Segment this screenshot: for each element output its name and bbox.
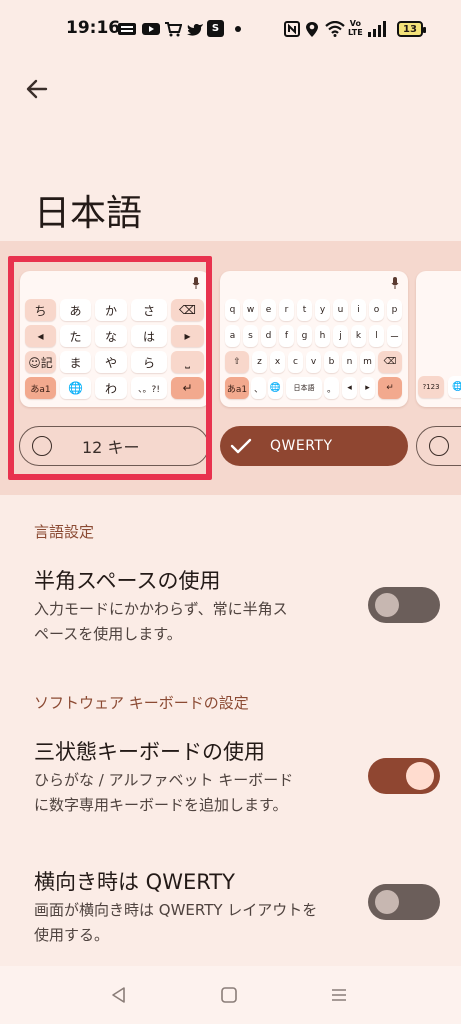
wifi-icon [325, 20, 345, 38]
key-qwerty: ⇧ [225, 351, 249, 373]
layout-qwerty-option[interactable]: QWERTY [220, 426, 408, 466]
arrow-left-icon [26, 79, 48, 99]
key-qwerty: w [243, 299, 258, 321]
setting-description: ひらがな / アルファベット キーボード に数字専用キーボードを追加します。 [34, 771, 294, 814]
setting-landscape-qwerty[interactable]: 横向き時は QWERTY 画面が横向き時は QWERTY レイアウトを 使用する… [0, 856, 461, 956]
key-qwerty: ー [387, 325, 402, 347]
status-time: 19:16 [66, 18, 121, 38]
key-qwerty: g [297, 325, 312, 347]
landscape-qwerty-toggle[interactable] [368, 884, 440, 920]
nfc-icon [284, 20, 300, 38]
key-qwerty: k [351, 325, 366, 347]
setting-title: 三状態キーボードの使用 [34, 740, 265, 764]
setting-description: 入力モードにかかわらず、常に半角ス ペースを使用します。 [34, 600, 288, 643]
key-qwerty: l [369, 325, 384, 347]
key-qwerty: 🌐 [268, 377, 283, 399]
setting-title: 横向き時は QWERTY [34, 870, 235, 894]
status-bar: 19:16 S Vo LTE 13 [0, 0, 461, 58]
key-qwerty: あa1 [225, 377, 249, 399]
key-qwerty: p [387, 299, 402, 321]
nav-back-button[interactable] [89, 966, 149, 1024]
key-qwerty: a [225, 325, 240, 347]
keyboard-preview-qwerty[interactable]: q w e r t y u i o p a s d f g h j k l ー ⇧ z x c v b n m ⌫ あa1、 🌐 日本語。 ◂ ▸… [220, 271, 408, 407]
half-width-space-toggle[interactable] [368, 587, 440, 623]
globe-icon: 🌐 [448, 376, 461, 398]
radio-icon [429, 436, 449, 456]
key-qwerty: s [243, 325, 258, 347]
key-qwerty: r [279, 299, 294, 321]
section-header-language: 言語設定 [34, 523, 95, 541]
section-header-software-keyboard: ソフトウェア キーボードの設定 [34, 694, 249, 712]
youtube-icon [142, 20, 160, 38]
key-qwerty: n [342, 351, 357, 373]
key-qwerty: o [369, 299, 384, 321]
menu-recents-icon [332, 989, 346, 1001]
setting-half-width-space[interactable]: 半角スペースの使用 入力モードにかかわらず、常に半角ス ペースを使用します。 [0, 555, 461, 655]
location-icon [305, 20, 319, 38]
mic-icon [391, 277, 399, 292]
check-icon [230, 438, 252, 454]
volte-indicator: Vo LTE [348, 19, 363, 37]
signal-icon [368, 20, 388, 38]
key-qwerty: b [324, 351, 339, 373]
key-qwerty: h [315, 325, 330, 347]
navigation-bar [0, 966, 461, 1024]
key-qwerty: x [270, 351, 285, 373]
key-qwerty: d [261, 325, 276, 347]
nav-home-button[interactable] [199, 966, 259, 1024]
key-qwerty: q [225, 299, 240, 321]
square-home-icon [221, 987, 237, 1003]
key-qwerty: y [315, 299, 330, 321]
key-qwerty: ↵ [378, 377, 402, 399]
s-app-icon: S [207, 20, 224, 37]
layout-qwerty-label: QWERTY [270, 438, 333, 454]
selection-highlight [8, 256, 212, 480]
key-qwerty: 日本語 [286, 377, 322, 399]
key-qwerty: i [351, 299, 366, 321]
keyboard-preview-third[interactable]: ?123 🌐 [416, 271, 461, 407]
setting-description: 画面が横向き時は QWERTY レイアウトを 使用する。 [34, 901, 318, 944]
setting-title: 半角スペースの使用 [34, 569, 221, 593]
key-qwerty: t [297, 299, 312, 321]
cart-icon [164, 20, 182, 38]
three-state-keyboard-toggle[interactable] [368, 758, 440, 794]
key-qwerty: j [333, 325, 348, 347]
nav-recents-button[interactable] [309, 966, 369, 1024]
key-qwerty: ⌫ [378, 351, 402, 373]
key-qwerty: f [279, 325, 294, 347]
key-qwerty: c [288, 351, 303, 373]
key-qwerty: z [252, 351, 267, 373]
back-button[interactable] [20, 72, 54, 106]
page-title: 日本語 [34, 193, 143, 234]
key-numeric: ?123 [418, 376, 444, 398]
setting-three-state-keyboard[interactable]: 三状態キーボードの使用 ひらがな / アルファベット キーボード に数字専用キー… [0, 726, 461, 826]
key-qwerty: ▸ [360, 377, 375, 399]
key-qwerty: ◂ [342, 377, 357, 399]
more-notifications-dot-icon [235, 20, 241, 38]
layout-third-option[interactable] [416, 426, 461, 466]
triangle-back-icon [112, 987, 125, 1003]
news-app-icon [118, 20, 136, 38]
twitter-icon [186, 20, 204, 38]
battery-icon: 13 [397, 21, 426, 37]
key-qwerty: e [261, 299, 276, 321]
key-qwerty: 。 [324, 377, 339, 399]
key-qwerty: v [306, 351, 321, 373]
key-qwerty: m [360, 351, 375, 373]
key-qwerty: 、 [251, 377, 266, 399]
key-qwerty: u [333, 299, 348, 321]
